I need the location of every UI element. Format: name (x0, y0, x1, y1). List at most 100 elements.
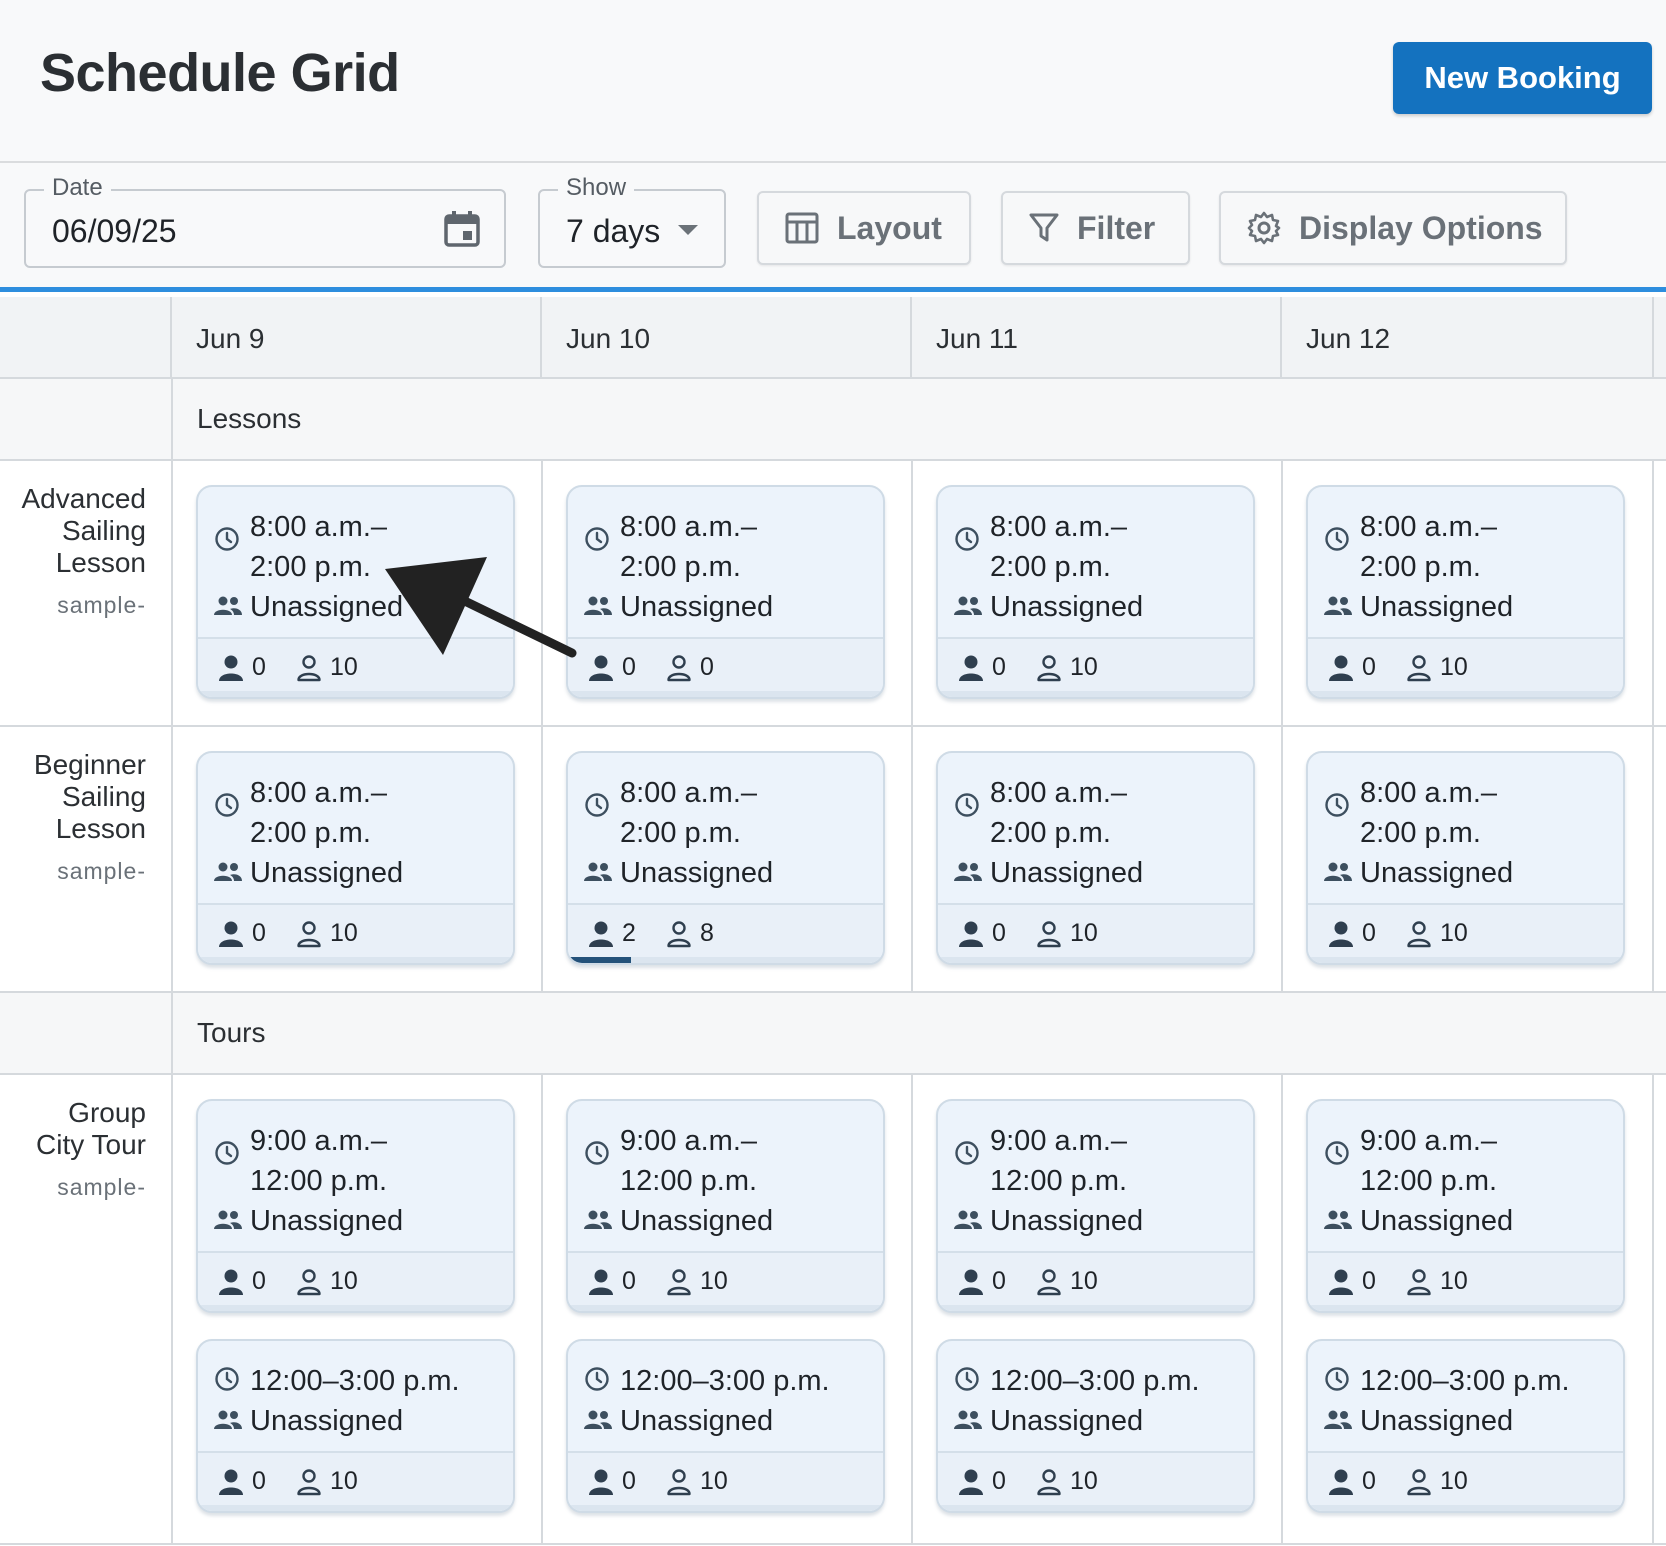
layout-button-label: Layout (837, 209, 942, 246)
resource-label: Group City Tour sample- (0, 1097, 146, 1203)
person-outline-icon (1037, 1468, 1061, 1495)
clock-icon (215, 1367, 239, 1391)
available-count: 10 (1036, 653, 1098, 682)
filter-button[interactable]: Filter (1001, 191, 1190, 265)
session-time: 2:00 p.m. (620, 817, 741, 849)
booked-count: 0 (958, 1267, 1006, 1296)
clock-icon (585, 1367, 609, 1391)
column-divider (171, 1075, 173, 1545)
person-filled-icon (219, 655, 243, 681)
session-time: 12:00 p.m. (620, 1165, 758, 1197)
session-card[interactable]: 8:00 a.m.– 2:00 p.m. Unassigned 2 8 (566, 751, 885, 965)
date-field-value[interactable]: 06/09/25 (52, 213, 177, 250)
session-card-stats: 0 10 (938, 1251, 1253, 1311)
column-divider (1652, 1075, 1654, 1545)
page-title: Schedule Grid (40, 43, 400, 103)
session-card[interactable]: 12:00–3:00 p.m. Unassigned 0 10 (936, 1339, 1255, 1513)
column-divider (541, 727, 543, 993)
session-card[interactable]: 8:00 a.m.– 2:00 p.m. Unassigned 0 10 (1306, 751, 1625, 965)
new-booking-button[interactable]: New Booking (1393, 42, 1652, 114)
booked-count: 0 (958, 1467, 1006, 1496)
session-time: 8:00 a.m.– (620, 511, 758, 543)
session-time: 8:00 a.m.– (620, 777, 758, 809)
person-outline-icon (297, 1268, 321, 1295)
session-card[interactable]: 9:00 a.m.– 12:00 p.m. Unassigned 0 10 (196, 1099, 515, 1313)
person-filled-icon (1329, 1469, 1353, 1495)
schedule-grid: Jun 9 Jun 10 Jun 11 Jun 12 Lessons Advanced S… (0, 297, 1666, 1546)
person-filled-icon (589, 921, 613, 947)
display-options-button[interactable]: Display Options (1219, 191, 1567, 265)
person-filled-icon (589, 655, 613, 681)
capacity-progress (1308, 957, 1623, 963)
section-header-lessons: Lessons (0, 379, 1666, 461)
available-count-value: 10 (1440, 653, 1468, 681)
clock-icon (1325, 793, 1349, 817)
session-card-details: 8:00 a.m.– 2:00 p.m. Unassigned (198, 487, 513, 627)
section-label: Lessons (197, 403, 302, 434)
resource-row: Beginner Sailing Lesson sample- 8:00 a.m.– 2:… (0, 727, 1666, 993)
available-count-value: 10 (1070, 1267, 1098, 1295)
person-outline-icon (1037, 1268, 1061, 1295)
session-time: 2:00 p.m. (1360, 551, 1481, 583)
section-divider (171, 379, 173, 461)
available-count: 10 (666, 1467, 728, 1496)
clock-icon (955, 793, 979, 817)
clock-icon (955, 527, 979, 551)
clock-icon (955, 1367, 979, 1391)
session-card[interactable]: 8:00 a.m.– 2:00 p.m. Unassigned 0 10 (196, 751, 515, 965)
display-options-button-label: Display Options (1299, 209, 1543, 246)
available-count: 10 (1406, 919, 1468, 948)
booked-count-value: 0 (1362, 1267, 1376, 1295)
session-card[interactable]: 8:00 a.m.– 2:00 p.m. Unassigned 0 0 (566, 485, 885, 699)
clock-icon (1325, 1367, 1349, 1391)
session-card-details: 9:00 a.m.– 12:00 p.m. Unassigned (1308, 1101, 1623, 1241)
calendar-icon[interactable] (442, 209, 482, 249)
session-card[interactable]: 8:00 a.m.– 2:00 p.m. Unassigned 0 10 (936, 485, 1255, 699)
session-staff: Unassigned (1360, 1405, 1514, 1437)
session-card-stats: 0 10 (938, 637, 1253, 697)
available-count: 10 (296, 919, 358, 948)
show-select[interactable]: Show 7 days (538, 174, 726, 268)
booked-count-value: 0 (252, 919, 266, 947)
session-card-stats: 0 10 (938, 1451, 1253, 1511)
session-card-stats: 0 10 (1308, 1451, 1623, 1511)
session-card-details: 8:00 a.m.– 2:00 p.m. Unassigned (568, 487, 883, 627)
available-count: 8 (666, 919, 714, 948)
group-icon (1324, 1210, 1352, 1229)
clock-icon (585, 1141, 609, 1165)
resource-label: Advanced Sailing Lesson sample- (0, 483, 146, 621)
resource-row: Group City Tour sample- 9:00 a.m.– 12:00 p.m… (0, 1075, 1666, 1545)
booked-count: 0 (588, 1467, 636, 1496)
session-card[interactable]: 9:00 a.m.– 12:00 p.m. Unassigned 0 10 (1306, 1099, 1625, 1313)
booked-count: 2 (588, 919, 636, 948)
session-time: 12:00 p.m. (250, 1165, 388, 1197)
session-card[interactable]: 8:00 a.m.– 2:00 p.m. Unassigned 0 10 (936, 751, 1255, 965)
session-card[interactable]: 12:00–3:00 p.m. Unassigned 0 10 (196, 1339, 515, 1513)
session-card[interactable]: 12:00–3:00 p.m. Unassigned 0 10 (1306, 1339, 1625, 1513)
session-card-stats: 0 10 (568, 1251, 883, 1311)
resource-name-line: Advanced (21, 483, 146, 514)
toolbar: Date 06/09/25 Show 7 days Layout Filter (0, 163, 1666, 292)
date-header-4: Jun 12 (1280, 297, 1650, 379)
person-outline-icon (1407, 920, 1431, 947)
caret-down-icon[interactable] (678, 225, 698, 235)
available-count-value: 10 (700, 1267, 728, 1295)
session-card[interactable]: 9:00 a.m.– 12:00 p.m. Unassigned 0 10 (566, 1099, 885, 1313)
session-time: 8:00 a.m.– (990, 777, 1128, 809)
layout-button[interactable]: Layout (757, 191, 971, 265)
session-card[interactable]: 9:00 a.m.– 12:00 p.m. Unassigned 0 10 (936, 1099, 1255, 1313)
booked-count-value: 0 (1362, 919, 1376, 947)
session-card[interactable]: 8:00 a.m.– 2:00 p.m. Unassigned 0 10 (196, 485, 515, 699)
show-select-value[interactable]: 7 days (566, 213, 660, 250)
capacity-progress (198, 1505, 513, 1511)
session-card[interactable]: 8:00 a.m.– 2:00 p.m. Unassigned 0 10 (1306, 485, 1625, 699)
capacity-progress (938, 957, 1253, 963)
clock-icon (1325, 1141, 1349, 1165)
session-card[interactable]: 12:00–3:00 p.m. Unassigned 0 10 (566, 1339, 885, 1513)
person-outline-icon (1037, 920, 1061, 947)
session-time: 2:00 p.m. (990, 817, 1111, 849)
date-field[interactable]: Date 06/09/25 (24, 174, 506, 268)
capacity-progress (1308, 691, 1623, 697)
person-outline-icon (297, 920, 321, 947)
capacity-progress (1308, 1505, 1623, 1511)
